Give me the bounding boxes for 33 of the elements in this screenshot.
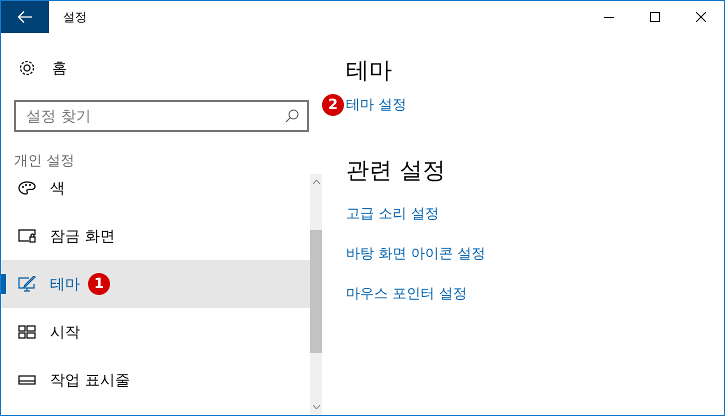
page-heading: 테마: [346, 57, 393, 86]
section-heading: 관련 설정: [346, 157, 446, 186]
search-icon: [285, 109, 299, 123]
scrollbar-thumb[interactable]: [310, 230, 322, 353]
tiles-icon: [18, 325, 36, 339]
gear-icon: [18, 59, 36, 77]
search-field[interactable]: 설정 찾기: [14, 100, 309, 132]
back-button[interactable]: [1, 1, 49, 33]
nav-item[interactable]: 작업 표시줄: [1, 356, 310, 404]
scroll-up-icon: [312, 180, 320, 184]
window-title: 설정: [63, 8, 88, 26]
nav-item[interactable]: 색: [1, 174, 310, 212]
monitor-brush-icon: [18, 276, 36, 292]
back-arrow-icon: [17, 10, 33, 24]
step-badge: 2: [322, 94, 344, 116]
nav-item[interactable]: 잠금 화면: [1, 212, 310, 260]
settings-link[interactable]: 마우스 포인터 설정: [346, 285, 467, 303]
scrollbar[interactable]: [310, 174, 322, 415]
settings-link[interactable]: 테마 설정: [346, 96, 406, 114]
scroll-down-icon: [312, 405, 320, 409]
step-badge: 1: [88, 273, 110, 295]
section-heading: 개인 설정: [13, 152, 76, 171]
nav-item[interactable]: 시작: [1, 308, 310, 356]
settings-link[interactable]: 고급 소리 설정: [346, 205, 439, 223]
lock-screen-icon: [18, 229, 36, 243]
palette-icon: [18, 180, 36, 196]
nav-item[interactable]: 테마 1: [1, 260, 310, 308]
settings-link[interactable]: 바탕 화면 아이콘 설정: [346, 245, 486, 263]
maximize-icon: [650, 12, 660, 22]
minimize-icon: [604, 16, 614, 18]
close-icon: [696, 12, 706, 22]
taskbar-icon: [18, 374, 36, 386]
home-link[interactable]: 홈: [52, 58, 67, 78]
